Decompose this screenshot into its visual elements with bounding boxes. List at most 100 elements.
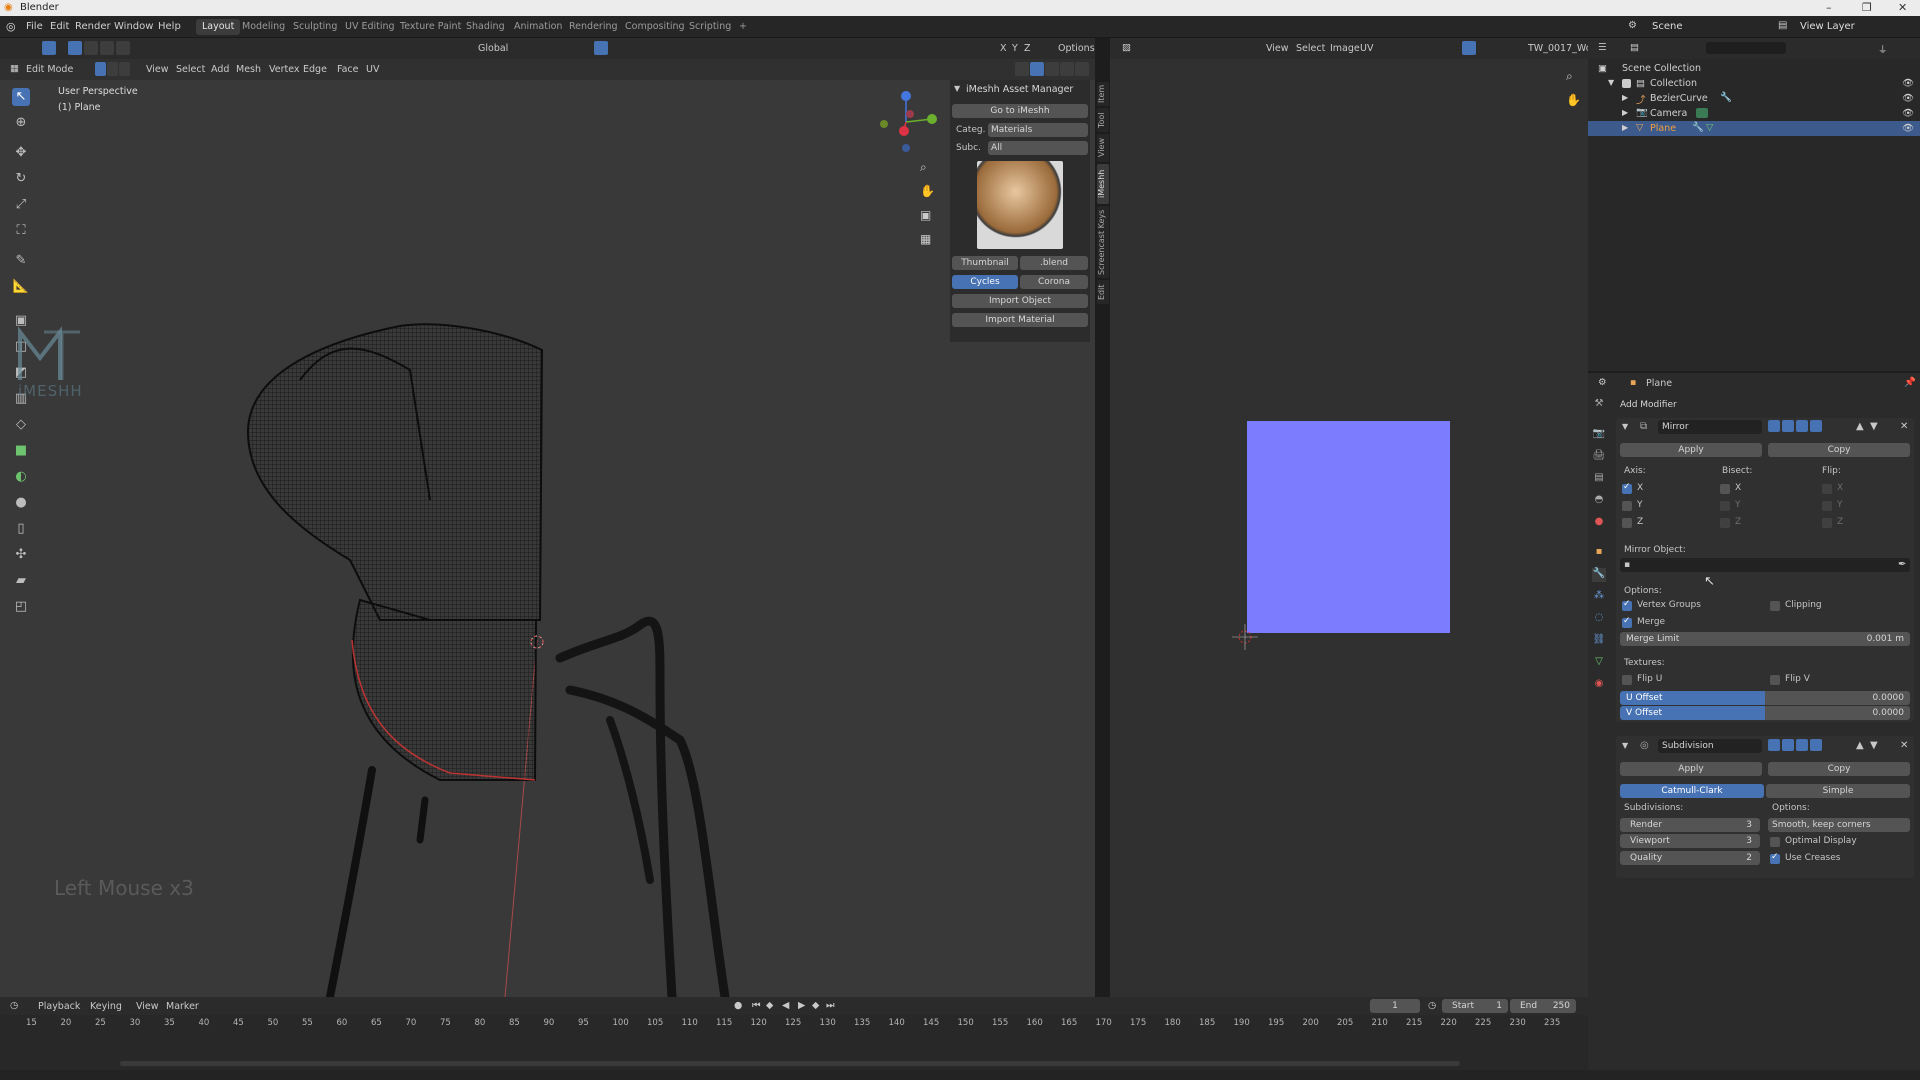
subcategory-dropdown[interactable]: All xyxy=(988,141,1088,155)
viewport-toggle-icon[interactable] xyxy=(1796,420,1808,432)
object-tab-icon[interactable]: ▪ xyxy=(1592,546,1606,560)
3d-viewport[interactable]: User Perspective (1) Plane ↖ ⊕ ✥ ↻ ⤢ ⛶ ✎… xyxy=(0,80,1095,997)
proportional-edit-icon[interactable] xyxy=(594,41,608,55)
shading-material-icon[interactable] xyxy=(1060,62,1074,76)
sub-move-up-icon[interactable]: ▲ xyxy=(1856,740,1864,751)
tab-tool[interactable]: Tool xyxy=(1097,108,1109,132)
modifier-tab-icon[interactable]: 🔧 xyxy=(1592,568,1606,582)
timeline-scrollbar[interactable] xyxy=(120,1061,1460,1066)
mirror-collapse-icon[interactable]: ▼ xyxy=(1622,422,1628,431)
outliner-item-collection[interactable]: ▼ ▤ Collection 👁 xyxy=(1588,76,1920,91)
orientation-dropdown[interactable]: Global xyxy=(478,43,508,54)
menu-file[interactable]: File xyxy=(26,21,43,32)
uv-smooth-dropdown[interactable]: Smooth, keep corners xyxy=(1768,818,1910,832)
mirror-object-field[interactable] xyxy=(1620,558,1910,572)
current-frame-field[interactable]: 1 xyxy=(1370,999,1420,1013)
bisect-y-checkbox[interactable] xyxy=(1720,501,1730,511)
image-name-field[interactable]: TW_0017_Woo xyxy=(1528,43,1597,54)
use-creases-checkbox[interactable] xyxy=(1770,852,1780,864)
collection-checkbox[interactable] xyxy=(1622,79,1631,88)
scene-tab-icon[interactable]: ◓ xyxy=(1592,494,1606,508)
optimal-display-checkbox[interactable] xyxy=(1770,837,1780,847)
flip-x-checkbox[interactable] xyxy=(1822,484,1832,494)
tab-sculpting[interactable]: Sculpting xyxy=(287,19,343,35)
blend-button[interactable]: .blend xyxy=(1020,256,1088,270)
tab-rendering[interactable]: Rendering xyxy=(563,19,624,35)
remove-modifier-icon[interactable]: ✕ xyxy=(1900,421,1908,432)
vertex-select-icon[interactable] xyxy=(95,62,106,76)
v-offset-slider[interactable]: V Offset 0.0000 xyxy=(1620,706,1910,720)
eyedropper-icon[interactable]: ✒ xyxy=(1898,559,1906,570)
thumbnail-button[interactable]: Thumbnail xyxy=(952,256,1018,270)
outliner-type-icon[interactable]: ☰ xyxy=(1598,42,1607,53)
sub-remove-modifier-icon[interactable]: ✕ xyxy=(1900,740,1908,751)
sub-render-toggle-icon[interactable] xyxy=(1810,739,1822,751)
menu-mesh[interactable]: Mesh xyxy=(236,64,261,75)
menu-timeline-view[interactable]: View xyxy=(136,1001,159,1012)
uv-menu-uv[interactable]: UV xyxy=(1360,43,1373,54)
pin-icon[interactable]: 📌 xyxy=(1904,377,1916,388)
mirror-apply-button[interactable]: Apply xyxy=(1620,443,1762,457)
filter-icon[interactable]: ⏚ xyxy=(1878,42,1888,56)
menu-marker[interactable]: Marker xyxy=(166,1001,199,1012)
visibility-eye-icon[interactable]: 👁 xyxy=(1902,108,1914,119)
mode-new-icon[interactable] xyxy=(68,41,82,55)
menu-select[interactable]: Select xyxy=(176,64,205,75)
start-frame-field[interactable]: Start 1 xyxy=(1442,999,1508,1013)
merge-limit-field[interactable]: Merge Limit 0.001 m xyxy=(1620,632,1910,646)
menu-face[interactable]: Face xyxy=(337,64,358,75)
mode-dropdown[interactable]: Edit Mode xyxy=(26,64,73,75)
minimize-icon[interactable]: – xyxy=(1826,1,1832,14)
menu-help[interactable]: Help xyxy=(158,21,181,32)
pan-hand-icon[interactable]: ✋ xyxy=(920,184,935,198)
next-keyframe-icon[interactable]: ◆ xyxy=(812,1000,819,1011)
asset-thumbnail[interactable] xyxy=(977,161,1063,249)
tab-view[interactable]: View xyxy=(1097,134,1109,162)
ortho-toggle-icon[interactable]: ▦ xyxy=(920,232,931,246)
collapse-icon[interactable]: ▼ xyxy=(954,84,960,93)
menu-view[interactable]: View xyxy=(146,64,169,75)
uv-sync-icon[interactable] xyxy=(1462,41,1476,55)
play-icon[interactable]: ▶ xyxy=(798,1000,805,1011)
outliner-item-beziercurve[interactable]: ▶ ⤴ BezierCurve 🔧 👁 xyxy=(1588,91,1920,106)
render-levels-field[interactable]: Render 3 xyxy=(1620,818,1760,832)
axis-y-checkbox[interactable] xyxy=(1622,501,1632,511)
tab-edit[interactable]: Edit xyxy=(1097,280,1109,304)
camera-view-icon[interactable]: ▣ xyxy=(920,208,931,222)
zoom-icon[interactable]: ⌕ xyxy=(920,160,927,175)
expand-icon[interactable]: ▼ xyxy=(1608,78,1614,87)
tab-shading[interactable]: Shading xyxy=(460,19,511,35)
preview-range-icon[interactable]: ◷ xyxy=(1428,1000,1436,1011)
bisect-x-checkbox[interactable] xyxy=(1720,484,1730,494)
quality-field[interactable]: Quality 2 xyxy=(1620,851,1760,865)
edit-mode-toggle-icon[interactable] xyxy=(1768,420,1780,432)
cage-toggle-icon[interactable] xyxy=(1782,420,1794,432)
uv-editor-type-icon[interactable]: ▨ xyxy=(1122,42,1131,53)
shading-wireframe-icon[interactable] xyxy=(1030,62,1044,76)
tab-layout[interactable]: Layout xyxy=(196,19,241,35)
visibility-eye-icon[interactable]: 👁 xyxy=(1902,93,1914,104)
menu-playback[interactable]: Playback xyxy=(38,1001,80,1012)
mirror-copy-button[interactable]: Copy xyxy=(1768,443,1910,457)
bisect-z-checkbox[interactable] xyxy=(1720,518,1730,528)
properties-type-icon[interactable]: ⚙ xyxy=(1598,377,1607,388)
tab-uv-editing[interactable]: UV Editing xyxy=(339,19,401,35)
visibility-eye-icon[interactable]: 👁 xyxy=(1902,123,1914,134)
shading-rendered-icon[interactable] xyxy=(1075,62,1089,76)
options-dropdown[interactable]: Options xyxy=(1058,43,1095,54)
subdivision-collapse-icon[interactable]: ▼ xyxy=(1622,741,1628,750)
view-layer-tab-icon[interactable]: ▤ xyxy=(1592,472,1606,486)
play-reverse-icon[interactable]: ◀ xyxy=(782,1000,789,1011)
view-layer-selector[interactable]: View Layer xyxy=(1800,21,1855,32)
mirror-name-field[interactable]: Mirror xyxy=(1658,420,1762,434)
scene-selector[interactable]: Scene xyxy=(1652,21,1683,32)
subdivision-name-field[interactable]: Subdivision xyxy=(1658,739,1762,753)
uv-editor[interactable]: ⌕ ✋ xyxy=(1110,59,1588,997)
move-down-icon[interactable]: ▼ xyxy=(1870,421,1878,432)
tool-tab-icon[interactable]: ⚒ xyxy=(1592,398,1606,412)
visibility-eye-icon[interactable]: 👁 xyxy=(1902,78,1914,89)
vertex-groups-checkbox[interactable] xyxy=(1622,599,1632,611)
uv-pan-icon[interactable]: ✋ xyxy=(1566,93,1581,107)
tab-scripting[interactable]: Scripting xyxy=(683,19,737,35)
add-modifier-dropdown[interactable]: Add Modifier xyxy=(1616,398,1912,412)
